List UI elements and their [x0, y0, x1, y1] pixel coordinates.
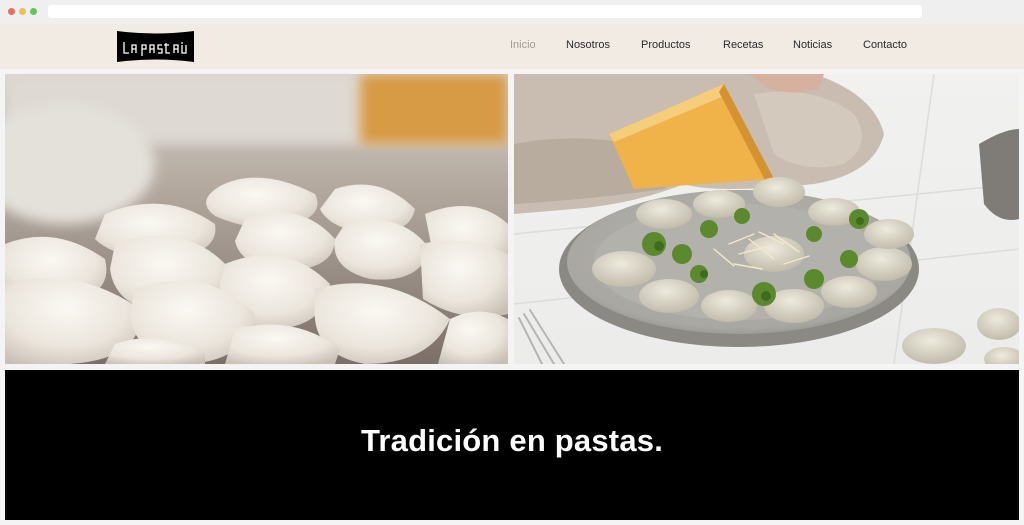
close-window-icon[interactable] [8, 8, 15, 15]
maximize-window-icon[interactable] [30, 8, 37, 15]
nav-item-noticias[interactable]: Noticias [793, 39, 832, 51]
tagline-banner: Tradición en pastas. [5, 370, 1019, 520]
nav-item-recetas[interactable]: Recetas [723, 39, 763, 51]
tagline-heading: Tradición en pastas. [360, 423, 664, 458]
minimize-window-icon[interactable] [19, 8, 26, 15]
nav-item-nosotros[interactable]: Nosotros [566, 39, 610, 51]
browser-chrome [0, 0, 1024, 24]
hero-image-ravioli [5, 74, 508, 364]
nav-item-productos[interactable]: Productos [641, 39, 691, 51]
main-nav: Inicio Nosotros Productos Recetas Notici… [0, 24, 1024, 69]
nav-item-contacto[interactable]: Contacto [863, 39, 907, 51]
hero-image-plated-ravioli [514, 74, 1019, 364]
nav-item-inicio[interactable]: Inicio [510, 39, 536, 51]
site-header: Inicio Nosotros Productos Recetas Notici… [0, 24, 1024, 69]
address-bar[interactable] [48, 5, 922, 18]
